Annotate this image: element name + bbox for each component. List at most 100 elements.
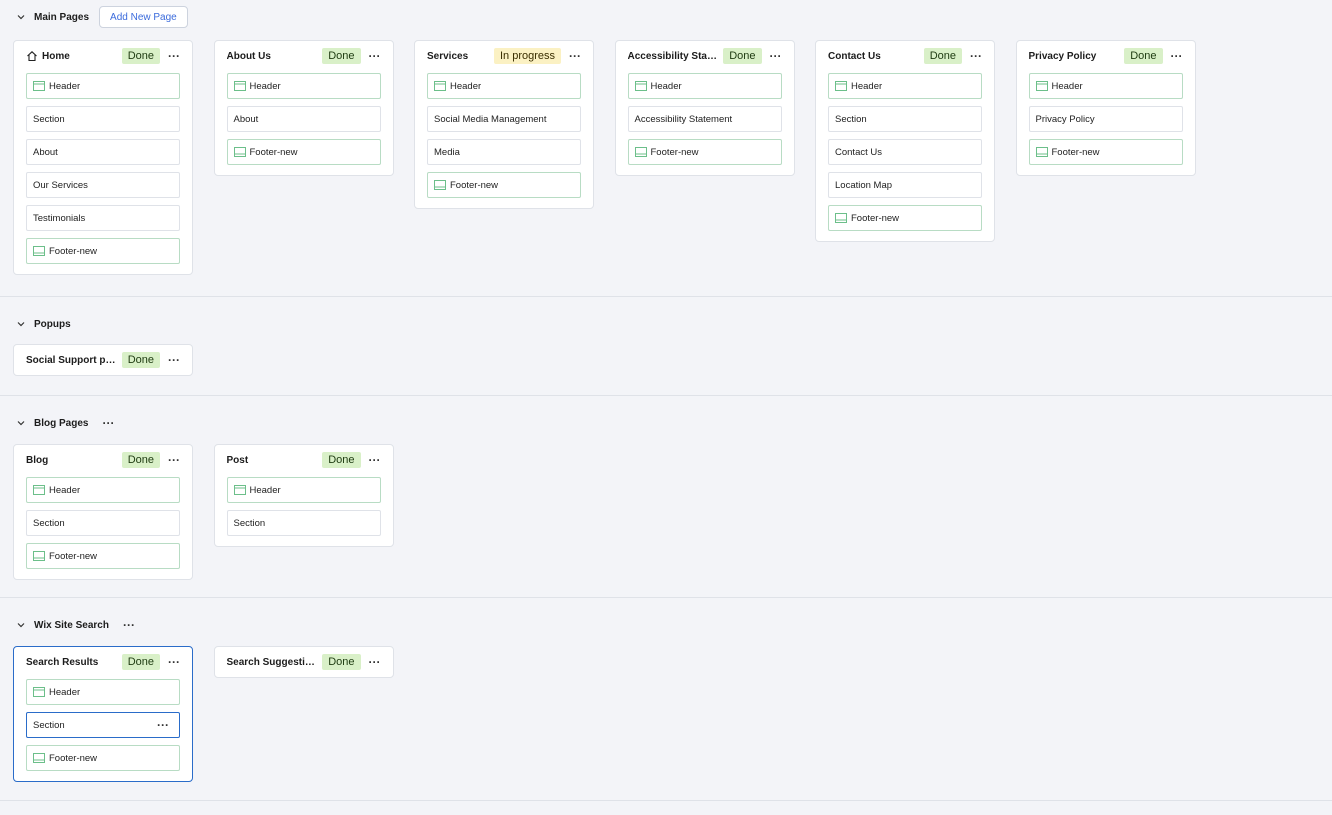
more-options-icon[interactable]: ···: [168, 454, 180, 466]
more-options-icon[interactable]: ···: [369, 50, 381, 62]
section-item-label: Section: [33, 113, 65, 125]
section-item-testimonials[interactable]: Testimonials: [26, 205, 180, 231]
chevron-down-icon[interactable]: [14, 416, 28, 430]
page-card-services[interactable]: Services In progress ··· Header Social Media…: [414, 40, 594, 209]
section-item-footer-new[interactable]: Footer-new: [1028, 139, 1183, 165]
page-card-header[interactable]: Blog Done ···: [14, 445, 192, 475]
status-badge[interactable]: Done: [121, 352, 160, 368]
status-badge[interactable]: Done: [121, 48, 160, 64]
section-item-label: Privacy Policy: [1035, 113, 1095, 125]
section-item-footer-new[interactable]: Footer-new: [26, 543, 180, 569]
section-item-section[interactable]: Section: [26, 106, 180, 132]
section-item-section[interactable]: Section: [828, 106, 982, 132]
section-item-accessibility-statement[interactable]: Accessibility Statement: [627, 106, 782, 132]
status-badge[interactable]: Done: [322, 452, 361, 468]
status-badge[interactable]: Done: [1124, 48, 1163, 64]
page-card-blog[interactable]: Blog Done ··· Header Section Footer-new: [13, 444, 193, 580]
section-item-header[interactable]: Header: [26, 477, 180, 503]
chevron-down-icon[interactable]: [14, 317, 28, 331]
section-item-label: Section: [835, 113, 867, 125]
section-item-our-services[interactable]: Our Services: [26, 172, 180, 198]
page-card-header[interactable]: Post Done ···: [215, 445, 393, 475]
more-options-icon[interactable]: ···: [770, 50, 782, 62]
page-title: Privacy Policy: [1028, 50, 1097, 62]
section-title: Main Pages: [34, 11, 90, 23]
status-badge[interactable]: Done: [322, 48, 361, 64]
section-item-footer-new[interactable]: Footer-new: [26, 745, 180, 771]
status-badge[interactable]: Done: [322, 654, 361, 670]
section-item-social-media-management[interactable]: Social Media Management: [427, 106, 581, 132]
section-item-label: Section: [233, 517, 266, 529]
status-badge[interactable]: Done: [723, 48, 762, 64]
section-item-location-map[interactable]: Location Map: [828, 172, 982, 198]
page-card-header[interactable]: Services In progress ···: [415, 41, 593, 71]
page-card-header[interactable]: Accessibility State... Done ···: [616, 41, 794, 71]
status-badge[interactable]: Done: [121, 452, 160, 468]
section-item-header[interactable]: Header: [627, 73, 782, 99]
section-item-header[interactable]: Header: [26, 679, 180, 705]
page-card-post[interactable]: Post Done ··· Header Section: [213, 444, 394, 547]
section-item-header[interactable]: Header: [427, 73, 581, 99]
page-card-about-us[interactable]: About Us Done ··· Header About Footer-new: [213, 40, 394, 176]
chevron-down-icon[interactable]: [14, 618, 28, 632]
section-item-footer-new[interactable]: Footer-new: [828, 205, 982, 231]
section-item-section[interactable]: Section ···: [26, 712, 180, 738]
section-item-section[interactable]: Section: [226, 510, 381, 536]
section-item-header[interactable]: Header: [1028, 73, 1183, 99]
section-title: Blog Pages: [34, 417, 89, 429]
status-badge[interactable]: Done: [121, 654, 160, 670]
chevron-down-icon[interactable]: [14, 10, 28, 24]
page-card-home[interactable]: Home Done ··· Header Section About Our Service…: [13, 40, 193, 275]
add-new-page-button[interactable]: Add New Page: [99, 6, 188, 28]
header-layout-icon: [434, 81, 446, 91]
page-card-header[interactable]: About Us Done ···: [215, 41, 393, 71]
section-item-privacy-policy[interactable]: Privacy Policy: [1028, 106, 1183, 132]
status-badge[interactable]: Done: [923, 48, 962, 64]
header-layout-icon: [634, 81, 647, 91]
divider: [0, 597, 1332, 598]
section-item-label: Footer-new: [851, 212, 900, 224]
section-item-about[interactable]: About: [226, 106, 381, 132]
more-options-icon[interactable]: ···: [168, 656, 180, 668]
more-options-icon[interactable]: ···: [569, 50, 581, 62]
page-card-social-support-pop[interactable]: Social Support pop... Done ···: [13, 344, 193, 376]
footer-layout-icon: [835, 213, 847, 223]
page-card-header[interactable]: Social Support pop... Done ···: [14, 345, 192, 375]
page-card-header[interactable]: Contact Us Done ···: [816, 41, 994, 71]
page-card-search-results[interactable]: Search Results Done ··· Header Section ··· Foo…: [13, 646, 193, 782]
section-item-footer-new[interactable]: Footer-new: [226, 139, 381, 165]
page-card-accessibility-state[interactable]: Accessibility State... Done ··· Header Acces…: [614, 40, 795, 176]
page-card-privacy-policy[interactable]: Privacy Policy Done ··· Header Privacy Polic…: [1015, 40, 1196, 176]
section-item-section[interactable]: Section: [26, 510, 180, 536]
section-item-about[interactable]: About: [26, 139, 180, 165]
page-card-header[interactable]: Search Results Done ···: [14, 647, 192, 677]
more-options-icon[interactable]: ···: [157, 719, 169, 731]
footer-layout-icon: [33, 246, 45, 256]
section-item-label: Header: [249, 484, 281, 496]
section-item-media[interactable]: Media: [427, 139, 581, 165]
page-card-search-suggestions[interactable]: Search Suggestions Done ···: [213, 646, 394, 678]
more-options-icon[interactable]: ···: [369, 656, 381, 668]
section-item-header[interactable]: Header: [828, 73, 982, 99]
more-options-icon[interactable]: ···: [123, 619, 135, 631]
footer-layout-icon: [434, 180, 446, 190]
more-options-icon[interactable]: ···: [369, 454, 381, 466]
status-badge[interactable]: In progress: [493, 48, 561, 64]
more-options-icon[interactable]: ···: [1171, 50, 1183, 62]
page-card-header[interactable]: Home Done ···: [14, 41, 192, 71]
more-options-icon[interactable]: ···: [102, 417, 114, 429]
more-options-icon[interactable]: ···: [168, 50, 180, 62]
section-item-header[interactable]: Header: [26, 73, 180, 99]
section-item-contact-us[interactable]: Contact Us: [828, 139, 982, 165]
more-options-icon[interactable]: ···: [970, 50, 982, 62]
section-item-footer-new[interactable]: Footer-new: [627, 139, 782, 165]
page-title: Blog: [26, 454, 49, 466]
section-item-footer-new[interactable]: Footer-new: [26, 238, 180, 264]
more-options-icon[interactable]: ···: [168, 354, 180, 366]
section-item-footer-new[interactable]: Footer-new: [427, 172, 581, 198]
page-card-header[interactable]: Search Suggestions Done ···: [215, 647, 393, 677]
section-item-header[interactable]: Header: [226, 73, 381, 99]
page-card-contact-us[interactable]: Contact Us Done ··· Header Section Contact Us…: [815, 40, 995, 242]
section-item-header[interactable]: Header: [226, 477, 381, 503]
page-card-header[interactable]: Privacy Policy Done ···: [1017, 41, 1195, 71]
